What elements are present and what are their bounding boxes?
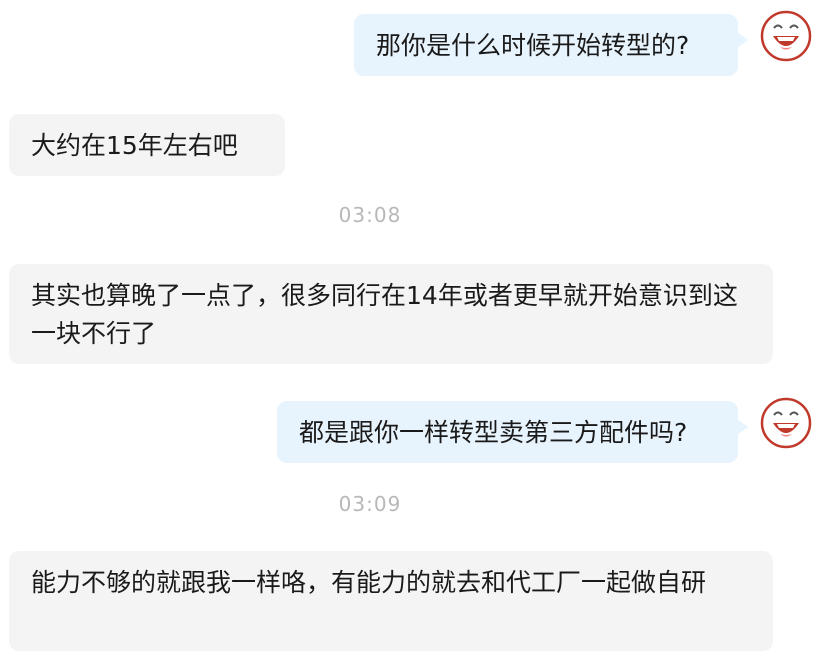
avatar[interactable] <box>760 10 812 62</box>
message-text: 大约在15年左右吧 <box>31 131 238 160</box>
message-bubble-outgoing[interactable]: 那你是什么时候开始转型的? <box>354 14 748 76</box>
message-text: 那你是什么时候开始转型的? <box>376 31 690 60</box>
message-bubble-incoming[interactable]: 其实也算晚了一点了，很多同行在14年或者更早就开始意识到这一块不行了 <box>9 264 773 364</box>
message-bubble-outgoing[interactable]: 都是跟你一样转型卖第三方配件吗? <box>277 401 748 463</box>
chat-conversation: 那你是什么时候开始转型的? 大约在15年左右吧 03:08 其实也算晚了一点了，… <box>0 0 828 671</box>
message-text: 能力不够的就跟我一样咯，有能力的就去和代工厂一起做自研 <box>31 568 707 597</box>
message-bubble-incoming[interactable]: 能力不够的就跟我一样咯，有能力的就去和代工厂一起做自研 <box>9 551 773 651</box>
timestamp: 03:08 <box>338 203 402 227</box>
message-text: 其实也算晚了一点了，很多同行在14年或者更早就开始意识到这一块不行了 <box>31 281 738 348</box>
avatar[interactable] <box>760 397 812 449</box>
laughing-face-icon <box>760 10 812 62</box>
laughing-face-icon <box>760 397 812 449</box>
message-bubble-incoming[interactable]: 大约在15年左右吧 <box>9 114 285 176</box>
timestamp: 03:09 <box>338 492 402 516</box>
message-text: 都是跟你一样转型卖第三方配件吗? <box>299 418 688 447</box>
